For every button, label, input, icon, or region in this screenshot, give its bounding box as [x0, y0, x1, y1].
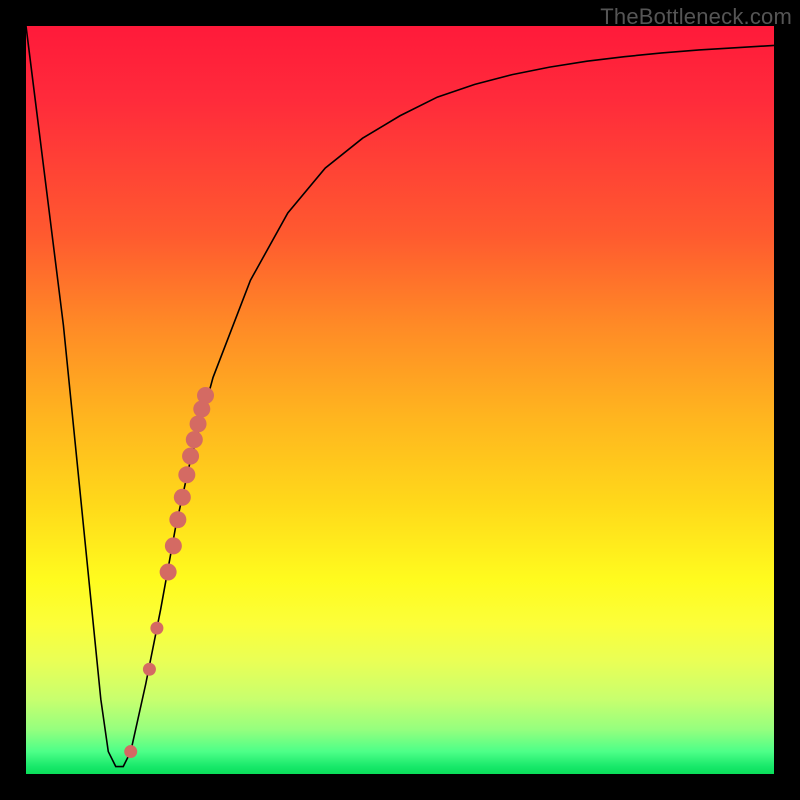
data-point: [182, 448, 199, 465]
marker-group: [124, 387, 214, 758]
plot-area: [26, 26, 774, 774]
data-point: [124, 745, 137, 758]
data-point: [165, 537, 182, 554]
chart-svg: [26, 26, 774, 774]
data-point: [174, 489, 191, 506]
bottleneck-curve: [26, 26, 774, 767]
data-point: [178, 466, 195, 483]
data-point: [143, 663, 156, 676]
data-point: [197, 387, 214, 404]
data-point: [160, 564, 177, 581]
data-point: [150, 622, 163, 635]
data-point: [186, 431, 203, 448]
data-point: [169, 511, 186, 528]
watermark-text: TheBottleneck.com: [600, 4, 792, 30]
chart-frame: TheBottleneck.com: [0, 0, 800, 800]
data-point: [190, 415, 207, 432]
